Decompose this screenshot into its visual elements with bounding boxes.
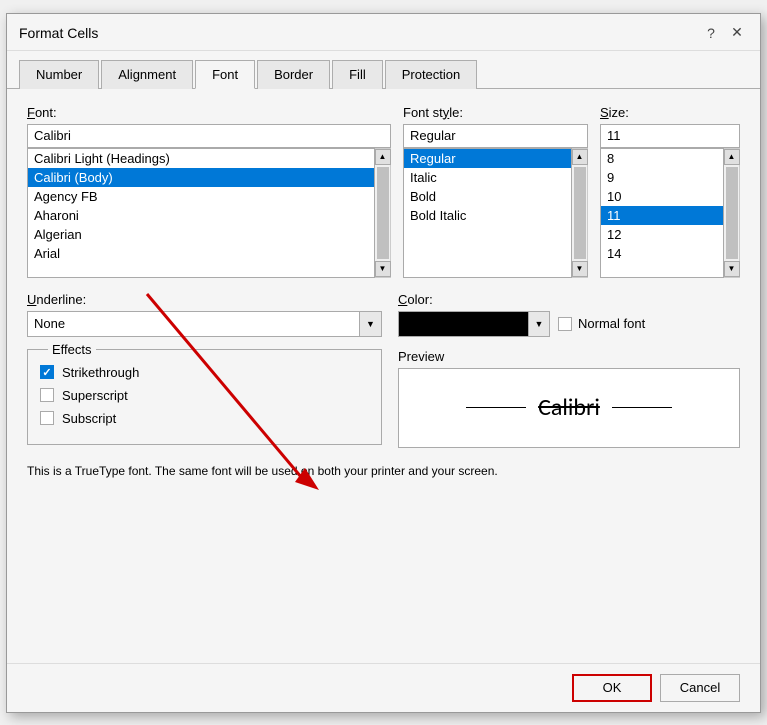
font-list-container: Calibri Light (Headings) Calibri (Body) … bbox=[27, 148, 391, 278]
scroll-thumb[interactable] bbox=[574, 167, 586, 259]
strikethrough-label: Strikethrough bbox=[62, 365, 139, 380]
font-label: Font: bbox=[27, 105, 391, 120]
scroll-down-arrow[interactable]: ▼ bbox=[375, 261, 391, 277]
font-list-scrollbar[interactable]: ▲ ▼ bbox=[375, 148, 391, 278]
preview-content: Calibri bbox=[466, 393, 672, 422]
underline-select[interactable]: None Single Double bbox=[27, 311, 360, 337]
color-swatch[interactable] bbox=[398, 311, 528, 337]
list-item[interactable]: Algerian bbox=[28, 225, 374, 244]
font-column: Font: Calibri Light (Headings) Calibri (… bbox=[27, 105, 391, 278]
strikethrough-item: ✓ Strikethrough bbox=[40, 365, 369, 380]
effects-preview-row: Effects ✓ Strikethrough Superscript bbox=[27, 349, 740, 448]
list-item[interactable]: Calibri (Body) bbox=[28, 168, 374, 187]
list-item[interactable]: Italic bbox=[404, 168, 571, 187]
size-input[interactable] bbox=[600, 124, 740, 148]
list-item[interactable]: Bold bbox=[404, 187, 571, 206]
normal-font-checkbox[interactable] bbox=[558, 317, 572, 331]
preview-line-left bbox=[466, 407, 526, 408]
tab-font[interactable]: Font bbox=[195, 60, 255, 89]
info-area: This is a TrueType font. The same font w… bbox=[27, 464, 740, 478]
style-label: Font style: bbox=[403, 105, 588, 120]
preview-column: Preview Calibri bbox=[398, 349, 740, 448]
size-list[interactable]: 8 9 10 11 12 14 bbox=[600, 148, 724, 278]
dialog-title: Format Cells bbox=[19, 25, 98, 41]
superscript-checkbox[interactable] bbox=[40, 388, 54, 402]
preview-label: Preview bbox=[398, 349, 740, 364]
tab-alignment[interactable]: Alignment bbox=[101, 60, 193, 89]
effects-legend: Effects bbox=[48, 342, 96, 357]
list-item[interactable]: Bold Italic bbox=[404, 206, 571, 225]
list-item[interactable]: 10 bbox=[601, 187, 723, 206]
tab-content: Font: Calibri Light (Headings) Calibri (… bbox=[7, 89, 760, 663]
font-input[interactable] bbox=[27, 124, 391, 148]
title-bar: Format Cells ? ✕ bbox=[7, 14, 760, 51]
bottom-button-row: OK Cancel bbox=[7, 663, 760, 712]
scroll-up-arrow[interactable]: ▲ bbox=[724, 149, 740, 165]
list-item[interactable]: 8 bbox=[601, 149, 723, 168]
underline-color-row: Underline: None Single Double ▼ Color: ▼ bbox=[27, 292, 740, 337]
style-input[interactable] bbox=[403, 124, 588, 148]
scroll-up-arrow[interactable]: ▲ bbox=[375, 149, 391, 165]
superscript-item: Superscript bbox=[40, 388, 369, 403]
subscript-checkbox[interactable] bbox=[40, 411, 54, 425]
list-item[interactable]: 11 bbox=[601, 206, 723, 225]
style-list-scrollbar[interactable]: ▲ ▼ bbox=[572, 148, 588, 278]
cancel-button[interactable]: Cancel bbox=[660, 674, 740, 702]
tab-fill[interactable]: Fill bbox=[332, 60, 383, 89]
info-text: This is a TrueType font. The same font w… bbox=[27, 464, 740, 478]
superscript-label: Superscript bbox=[62, 388, 128, 403]
help-button[interactable]: ? bbox=[700, 22, 722, 44]
scroll-thumb[interactable] bbox=[726, 167, 738, 259]
format-cells-dialog: Format Cells ? ✕ Number Alignment Font B… bbox=[6, 13, 761, 713]
ok-button[interactable]: OK bbox=[572, 674, 652, 702]
size-list-scrollbar[interactable]: ▲ ▼ bbox=[724, 148, 740, 278]
style-list[interactable]: Regular Italic Bold Bold Italic bbox=[403, 148, 572, 278]
list-item[interactable]: Agency FB bbox=[28, 187, 374, 206]
close-button[interactable]: ✕ bbox=[726, 22, 748, 44]
scroll-down-arrow[interactable]: ▼ bbox=[724, 261, 740, 277]
subscript-item: Subscript bbox=[40, 411, 369, 426]
list-item[interactable]: Aharoni bbox=[28, 206, 374, 225]
size-column: Size: 8 9 10 11 12 14 ▲ ▼ bbox=[600, 105, 740, 278]
normal-font-label: Normal font bbox=[578, 316, 645, 331]
color-wrapper: ▼ Normal font bbox=[398, 311, 740, 337]
normal-font-wrapper: Normal font bbox=[558, 316, 645, 331]
color-label: Color: bbox=[398, 292, 740, 307]
checkmark-icon: ✓ bbox=[42, 366, 51, 379]
tab-number[interactable]: Number bbox=[19, 60, 99, 89]
list-item[interactable]: 12 bbox=[601, 225, 723, 244]
list-item[interactable]: Regular bbox=[404, 149, 571, 168]
top-fields-row: Font: Calibri Light (Headings) Calibri (… bbox=[27, 105, 740, 278]
style-column: Font style: Regular Italic Bold Bold Ita… bbox=[403, 105, 588, 278]
effects-group: Effects ✓ Strikethrough Superscript bbox=[27, 349, 382, 445]
tab-bar: Number Alignment Font Border Fill Protec… bbox=[7, 51, 760, 89]
size-label: Size: bbox=[600, 105, 740, 120]
effects-content: ✓ Strikethrough Superscript Subscript bbox=[40, 365, 369, 426]
preview-line-right bbox=[612, 407, 672, 408]
subscript-label: Subscript bbox=[62, 411, 116, 426]
effects-column: Effects ✓ Strikethrough Superscript bbox=[27, 349, 382, 448]
underline-dropdown-arrow[interactable]: ▼ bbox=[360, 311, 382, 337]
strikethrough-checkbox[interactable]: ✓ bbox=[40, 365, 54, 379]
size-list-container: 8 9 10 11 12 14 ▲ ▼ bbox=[600, 148, 740, 278]
tab-protection[interactable]: Protection bbox=[385, 60, 478, 89]
underline-column: Underline: None Single Double ▼ bbox=[27, 292, 382, 337]
list-item[interactable]: Calibri Light (Headings) bbox=[28, 149, 374, 168]
underline-label: Underline: bbox=[27, 292, 382, 307]
list-item[interactable]: Arial bbox=[28, 244, 374, 263]
list-item[interactable]: 14 bbox=[601, 244, 723, 263]
color-column: Color: ▼ Normal font bbox=[398, 292, 740, 337]
scroll-thumb[interactable] bbox=[377, 167, 389, 259]
list-item[interactable]: 9 bbox=[601, 168, 723, 187]
style-list-container: Regular Italic Bold Bold Italic ▲ ▼ bbox=[403, 148, 588, 278]
underline-select-wrapper: None Single Double ▼ bbox=[27, 311, 382, 337]
tab-border[interactable]: Border bbox=[257, 60, 330, 89]
scroll-down-arrow[interactable]: ▼ bbox=[572, 261, 588, 277]
font-list[interactable]: Calibri Light (Headings) Calibri (Body) … bbox=[27, 148, 375, 278]
color-select-wrapper: ▼ bbox=[398, 311, 550, 337]
preview-text: Calibri bbox=[538, 393, 600, 422]
color-dropdown-arrow[interactable]: ▼ bbox=[528, 311, 550, 337]
preview-box: Calibri bbox=[398, 368, 740, 448]
scroll-up-arrow[interactable]: ▲ bbox=[572, 149, 588, 165]
